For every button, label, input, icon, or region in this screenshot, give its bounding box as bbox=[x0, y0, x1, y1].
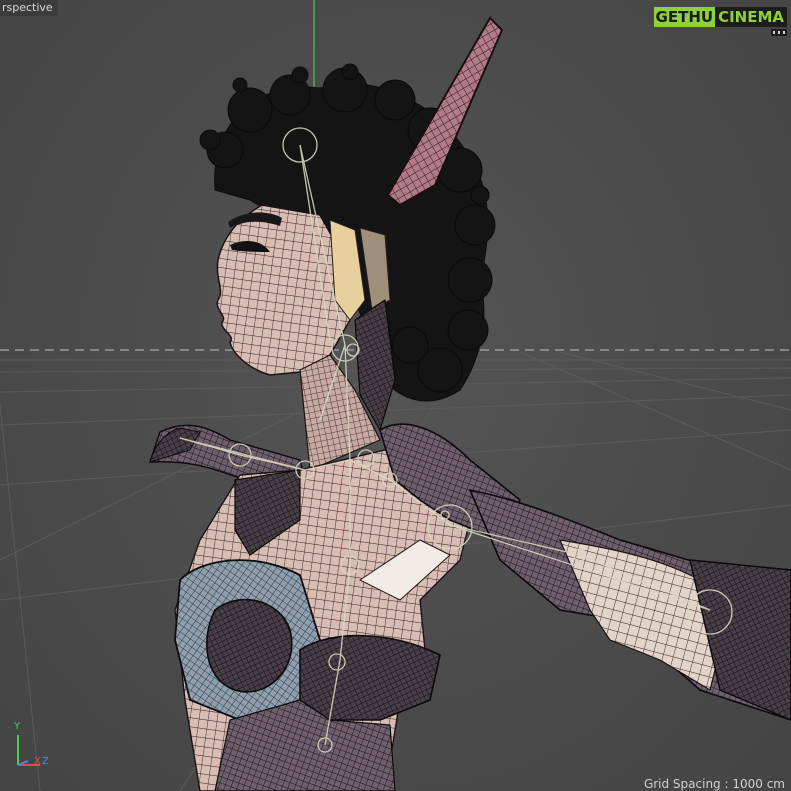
axis-x-label: X bbox=[34, 756, 41, 767]
axis-z-label: Z bbox=[42, 756, 49, 767]
film-strip-icon bbox=[771, 29, 787, 36]
viewport-camera-label[interactable]: rspective bbox=[0, 0, 58, 16]
axis-gizmo: Y X Z bbox=[10, 721, 60, 771]
chest-armor-knot bbox=[206, 598, 293, 693]
3d-viewport[interactable]: rspective GETHU CINEMA Y X Z Grid Spacin… bbox=[0, 0, 791, 791]
watermark-logo: GETHU CINEMA bbox=[653, 6, 787, 36]
watermark-part-2: CINEMA bbox=[715, 7, 787, 27]
grid-spacing-readout: Grid Spacing : 1000 cm bbox=[643, 777, 785, 791]
character-model[interactable] bbox=[149, 16, 791, 791]
viewport-scene[interactable] bbox=[0, 0, 791, 791]
axis-y-label: Y bbox=[14, 721, 21, 732]
watermark-part-1: GETHU bbox=[653, 7, 716, 27]
chest-armor-center bbox=[299, 634, 441, 721]
